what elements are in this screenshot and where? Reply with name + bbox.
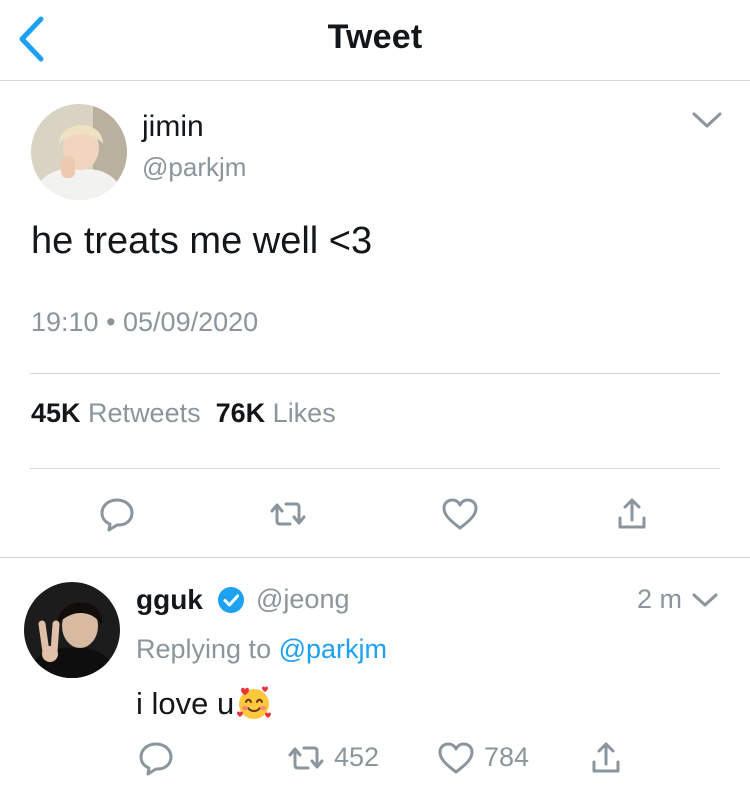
reply-retweet-count: 452 <box>334 742 380 772</box>
author-handle[interactable]: @parkjm <box>142 152 246 183</box>
replying-to-line: Replying to @parkjm <box>136 634 388 664</box>
tweet-timestamp: 19:10 • 05/09/2020 <box>31 307 259 337</box>
verified-badge <box>217 586 245 614</box>
tweet-stats: 45K Retweets 76K Likes <box>31 398 336 429</box>
reply-icon <box>100 498 134 532</box>
page-title: Tweet <box>327 18 423 56</box>
replying-to-mention[interactable]: @parkjm <box>279 634 387 664</box>
reply-author-name[interactable]: gguk <box>136 584 203 616</box>
share-icon <box>618 498 646 529</box>
reply-author-handle[interactable]: @jeong <box>256 584 349 615</box>
share-button[interactable] <box>612 494 652 534</box>
reply-time: 2 m <box>637 584 683 614</box>
reply-author-avatar[interactable] <box>24 582 120 678</box>
divider <box>30 468 720 469</box>
reply-like-button[interactable] <box>436 738 476 778</box>
reply-share-button[interactable] <box>586 738 626 778</box>
verified-icon <box>218 587 244 613</box>
author-name[interactable]: jimin <box>142 110 204 144</box>
reply-icon <box>139 742 173 776</box>
tweet-text: he treats me well <3 <box>31 220 373 262</box>
heart-icon <box>442 498 478 530</box>
like-button[interactable] <box>440 494 480 534</box>
retweet-stat[interactable]: 45K Retweets <box>31 398 201 428</box>
reply-reply-button[interactable] <box>136 738 176 778</box>
reply-text: i love u <box>136 684 273 722</box>
reply-like-count: 784 <box>484 742 530 772</box>
retweet-icon <box>270 502 306 526</box>
heart-icon <box>438 742 474 774</box>
share-icon <box>592 742 620 773</box>
reply-options-button[interactable] <box>691 590 719 610</box>
reply-retweet-button[interactable] <box>286 738 326 778</box>
tweet-options-button[interactable] <box>690 108 724 132</box>
author-avatar[interactable] <box>31 104 127 200</box>
chevron-down-icon <box>692 112 722 128</box>
like-stat[interactable]: 76K Likes <box>216 398 336 428</box>
smiling-face-with-hearts-icon <box>235 684 273 722</box>
divider <box>0 557 750 558</box>
retweet-icon <box>288 746 324 770</box>
retweet-button[interactable] <box>268 494 308 534</box>
reply-button[interactable] <box>97 494 137 534</box>
chevron-down-icon <box>692 593 718 607</box>
divider <box>30 373 720 374</box>
